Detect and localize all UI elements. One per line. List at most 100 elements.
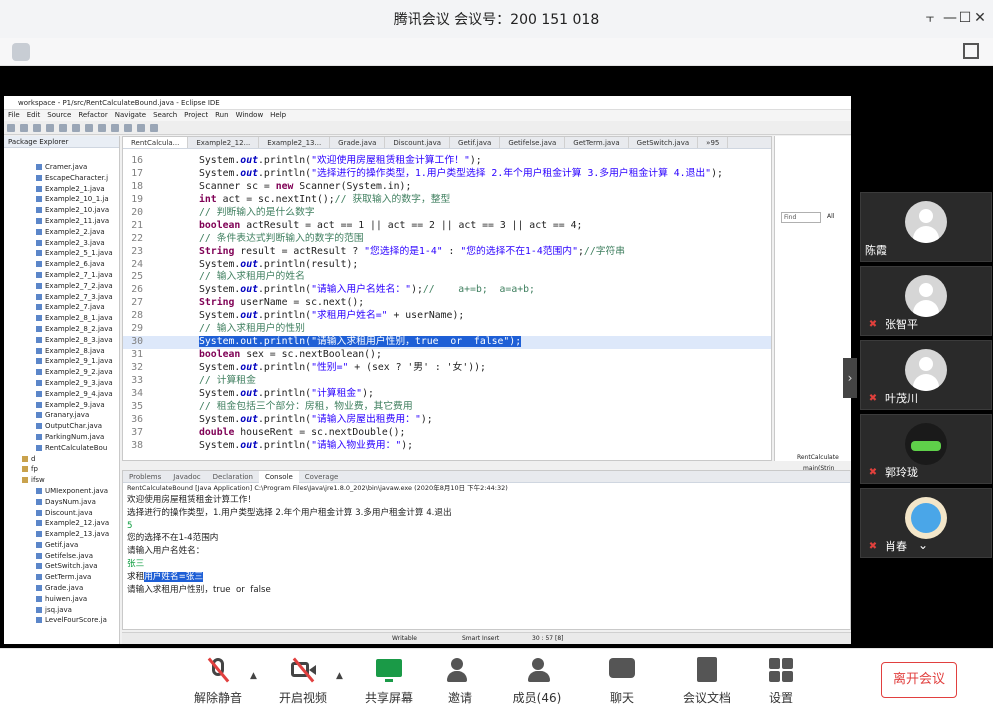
java-file-item[interactable]: Grade.java (4, 583, 119, 594)
code-editor[interactable]: RentCalcula... Example2_12... Example2_13.… (122, 136, 772, 461)
code-line[interactable]: 16 System.out.println("欢迎使用房屋租赁租金计算工作！"); (123, 155, 771, 168)
outline-class[interactable]: RentCalculate (797, 454, 839, 461)
java-file-item[interactable]: Example2_1.java (4, 184, 119, 195)
java-file-item[interactable]: GetTerm.java (4, 572, 119, 583)
outline-all-label[interactable]: All (827, 213, 834, 220)
java-file-item[interactable]: Example2_9.java (4, 400, 119, 411)
new-icon[interactable] (7, 124, 15, 132)
menu-item-source[interactable]: Source (47, 111, 71, 119)
menu-item-project[interactable]: Project (184, 111, 208, 119)
code-line[interactable]: 33 // 计算租金 (123, 375, 771, 388)
menu-item-edit[interactable]: Edit (27, 111, 41, 119)
leave-meeting-button[interactable]: 离开会议 (881, 662, 957, 698)
java-file-item[interactable]: LevelFourScore.ja (4, 615, 119, 626)
editor-tab[interactable]: Getifelse.java (500, 137, 566, 148)
editor-tab[interactable]: Discount.java (385, 137, 451, 148)
participant-tile[interactable]: ✖ 郭玲珑 (860, 414, 992, 484)
start-video-button[interactable]: 开启视频 (268, 657, 338, 712)
java-file-item[interactable]: Example2_12.java (4, 518, 119, 529)
menu-item-window[interactable]: Window (236, 111, 264, 119)
menu-item-file[interactable]: File (8, 111, 20, 119)
code-line[interactable]: 18 Scanner sc = new Scanner(System.in); (123, 181, 771, 194)
pin-icon[interactable]: ⫟ (920, 8, 940, 28)
console-tab-coverage[interactable]: Coverage (299, 471, 345, 483)
unmute-button[interactable]: 解除静音 (183, 657, 253, 712)
code-line[interactable]: 17 System.out.println("选择进行的操作类型，1.用户类型选择… (123, 168, 771, 181)
search-icon[interactable] (124, 124, 132, 132)
new-class-icon[interactable] (98, 124, 106, 132)
code-line[interactable]: 28 System.out.println("求租用户姓名=" + userNam… (123, 310, 771, 323)
code-line[interactable]: 19 int act = sc.nextInt();// 获取输入的数字，整型 (123, 194, 771, 207)
java-file-item[interactable]: OutputChar.java (4, 421, 119, 432)
menu-item-refactor[interactable]: Refactor (78, 111, 107, 119)
java-file-item[interactable]: Example2_9_1.java (4, 356, 119, 367)
editor-tab[interactable]: RentCalcula... (123, 137, 189, 148)
code-line[interactable]: 21 boolean actResult = act == 1 || act ==… (123, 220, 771, 233)
meeting-docs-button[interactable]: 会议文档 (672, 657, 742, 712)
code-line[interactable]: 35 // 租金包括三个部分：房租，物业费，其它费用 (123, 401, 771, 414)
java-file-item[interactable]: GetSwitch.java (4, 561, 119, 572)
close-icon[interactable]: ✕ (970, 8, 990, 28)
java-file-item[interactable]: Example2_9_4.java (4, 389, 119, 400)
java-file-item[interactable]: Example2_7_3.java (4, 292, 119, 303)
code-line[interactable]: 25 // 输入求租用户的姓名 (123, 271, 771, 284)
java-file-item[interactable]: Example2_7_1.java (4, 270, 119, 281)
menu-item-help[interactable]: Help (270, 111, 286, 119)
java-file-item[interactable]: Discount.java (4, 508, 119, 519)
print-icon[interactable] (33, 124, 41, 132)
settings-button[interactable]: 设置 (746, 657, 816, 712)
java-file-item[interactable]: Example2_13.java (4, 529, 119, 540)
audio-options-caret-icon[interactable]: ▲ (250, 671, 257, 681)
save-icon[interactable] (20, 124, 28, 132)
code-line[interactable]: 34 System.out.println("计算租金"); (123, 388, 771, 401)
java-file-item[interactable]: Example2_7_2.java (4, 281, 119, 292)
code-line[interactable]: 36 System.out.println("请输入房屋出租费用："); (123, 414, 771, 427)
code-line[interactable]: 31 boolean sex = sc.nextBoolean(); (123, 349, 771, 362)
java-file-item[interactable]: Example2_3.java (4, 238, 119, 249)
video-options-caret-icon[interactable]: ▲ (336, 671, 343, 681)
new-package-icon[interactable] (85, 124, 93, 132)
java-file-item[interactable]: ParkingNum.java (4, 432, 119, 443)
open-type-icon[interactable] (111, 124, 119, 132)
editor-tab[interactable]: GetSwitch.java (629, 137, 699, 148)
code-line[interactable]: 27 String userName = sc.next(); (123, 297, 771, 310)
editor-tab[interactable]: Example2_12... (188, 137, 260, 148)
java-file-item[interactable]: RentCalculateBou (4, 443, 119, 454)
editor-tab[interactable]: GetTerm.java (565, 137, 629, 148)
coverage-icon[interactable] (72, 124, 80, 132)
java-file-item[interactable]: huiwen.java (4, 594, 119, 605)
code-line[interactable]: 20 // 判断输入的是什么数字 (123, 207, 771, 220)
security-shield-icon[interactable] (12, 43, 30, 61)
code-line[interactable]: 22 // 条件表达式判断输入的数字的范围 (123, 233, 771, 246)
java-file-item[interactable]: Getifelse.java (4, 551, 119, 562)
members-button[interactable]: 成员(46) (502, 657, 572, 712)
package-folder[interactable]: fp (4, 464, 119, 475)
collapse-list-chevron-icon[interactable]: ⌄ (918, 538, 928, 552)
java-file-item[interactable]: Getif.java (4, 540, 119, 551)
console-tab-declaration[interactable]: Declaration (207, 471, 259, 483)
forward-icon[interactable] (150, 124, 158, 132)
java-file-item[interactable]: Example2_5_1.java (4, 248, 119, 259)
code-area[interactable]: 16 System.out.println("欢迎使用房屋租赁租金计算工作！");… (123, 155, 771, 453)
java-file-item[interactable]: DaysNum.java (4, 497, 119, 508)
editor-tab[interactable]: Example2_13... (259, 137, 331, 148)
code-line[interactable]: 23 String result = actResult ? "您选择的是1-4"… (123, 246, 771, 259)
java-file-item[interactable]: Example2_8_2.java (4, 324, 119, 335)
java-file-item[interactable]: Example2_10_1.ja (4, 194, 119, 205)
java-file-item[interactable]: Cramer.java (4, 162, 119, 173)
editor-tab[interactable]: Grade.java (330, 137, 386, 148)
menu-item-search[interactable]: Search (153, 111, 177, 119)
java-file-item[interactable]: Example2_10.java (4, 205, 119, 216)
outline-find-input[interactable]: Find (781, 212, 821, 223)
code-line[interactable]: 37 double houseRent = sc.nextDouble(); (123, 427, 771, 440)
console-tab-problems[interactable]: Problems (123, 471, 167, 483)
package-folder[interactable]: d (4, 454, 119, 465)
console-output[interactable]: 欢迎使用房屋租赁租金计算工作！ 选择进行的操作类型，1.用户类型选择 2.年个用户… (123, 493, 850, 596)
share-screen-button[interactable]: 共享屏幕 (354, 657, 424, 712)
package-folder[interactable]: ifsw (4, 475, 119, 486)
java-file-item[interactable]: jsq.java (4, 605, 119, 616)
menu-item-run[interactable]: Run (215, 111, 228, 119)
java-file-item[interactable]: Example2_8_1.java (4, 313, 119, 324)
back-icon[interactable] (137, 124, 145, 132)
java-file-item[interactable]: Example2_2.java (4, 227, 119, 238)
